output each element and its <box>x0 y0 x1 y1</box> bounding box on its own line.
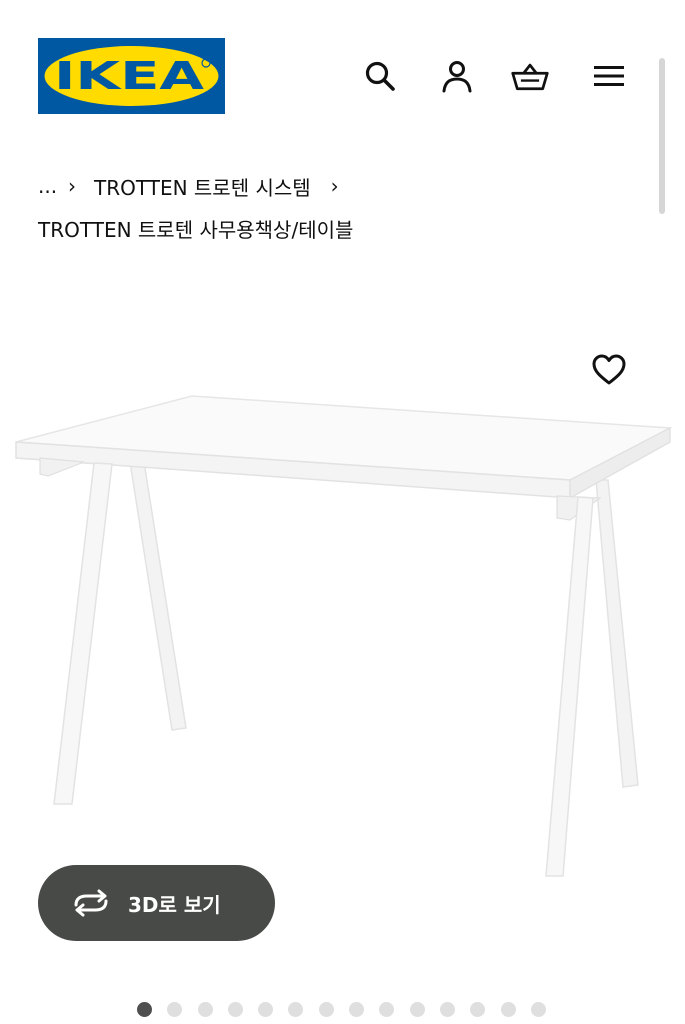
desk-illustration <box>15 395 673 877</box>
account-button[interactable] <box>437 56 477 96</box>
ikea-logo[interactable]: IKEA <box>38 38 225 114</box>
carousel-pagination <box>137 1002 561 1017</box>
carousel-dot[interactable] <box>137 1002 152 1017</box>
account-icon <box>442 61 472 93</box>
carousel-dot[interactable] <box>500 1002 516 1017</box>
carousel-dot[interactable] <box>530 1002 546 1017</box>
carousel-dot[interactable] <box>439 1002 455 1017</box>
carousel-dot[interactable] <box>379 1002 395 1017</box>
search-button[interactable] <box>360 56 400 96</box>
carousel-dot[interactable] <box>197 1002 213 1017</box>
breadcrumb-link-trotten-system[interactable]: TROTTEN 트로텐 시스템 <box>94 172 311 201</box>
carousel-dot[interactable] <box>409 1002 425 1017</box>
logo-wordmark: IKEA <box>54 54 205 98</box>
carousel-dot[interactable] <box>258 1002 274 1017</box>
menu-icon <box>594 66 624 86</box>
carousel-dot[interactable] <box>227 1002 243 1017</box>
search-icon <box>365 61 395 91</box>
carousel-dot[interactable] <box>318 1002 334 1017</box>
carousel-dot[interactable] <box>349 1002 365 1017</box>
cart-button[interactable] <box>510 56 550 96</box>
breadcrumb-ellipsis[interactable]: ... <box>38 174 60 198</box>
product-image[interactable] <box>10 380 675 890</box>
breadcrumb-separator-icon: › <box>330 174 339 198</box>
page-title: TROTTEN 트로텐 사무용책상/테이블 <box>38 218 354 242</box>
carousel-dot[interactable] <box>288 1002 304 1017</box>
menu-button[interactable] <box>589 56 629 96</box>
cart-icon <box>511 63 549 91</box>
view-3d-label: 3D로 보기 <box>128 892 221 917</box>
carousel-dot[interactable] <box>470 1002 486 1017</box>
ikea-logo-graphic: IKEA <box>38 38 225 114</box>
breadcrumb-separator-icon: › <box>68 174 76 198</box>
breadcrumb: ... › TROTTEN 트로텐 시스템 › <box>38 170 347 202</box>
page-scrollbar[interactable] <box>659 58 665 214</box>
view-3d-button[interactable]: 3D로 보기 <box>38 865 275 941</box>
rotate-3d-icon <box>74 889 108 917</box>
carousel-dot[interactable] <box>167 1002 183 1017</box>
